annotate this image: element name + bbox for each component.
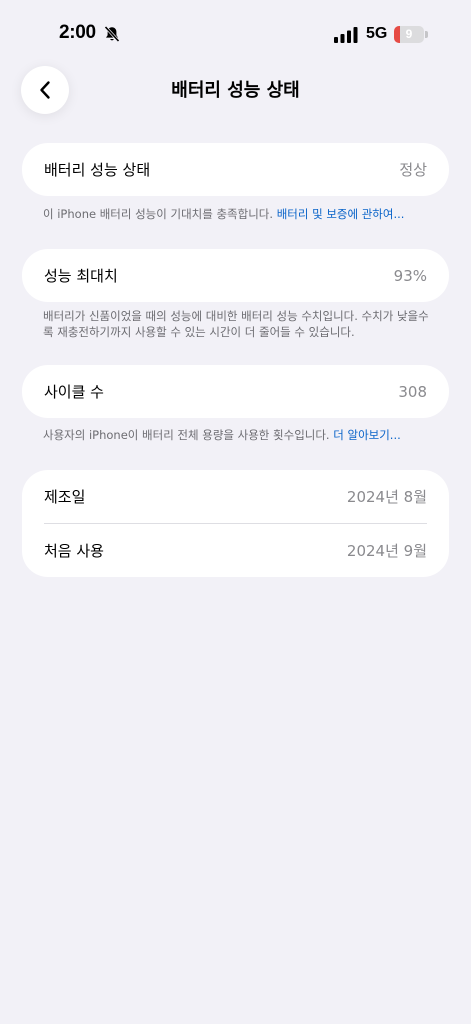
status-bar: 2:00 5G 9 (0, 0, 471, 60)
first-use-value: 2024년 9월 (346, 542, 427, 560)
max-capacity-note-text: 배터리가 신품이었을 때의 성능에 대비한 배터리 성능 수치입니다. 수치가 … (43, 309, 429, 339)
cycle-count-note-text: 사용자의 iPhone이 배터리 전체 용량을 사용한 횟수입니다. (43, 428, 334, 442)
cycle-count-note: 사용자의 iPhone이 배터리 전체 용량을 사용한 횟수입니다. 더 알아보… (43, 427, 433, 443)
battery-icon: 9 (394, 26, 428, 43)
battery-warranty-link[interactable]: 배터리 및 보증에 관하여... (277, 207, 405, 221)
max-capacity-note: 배터리가 신품이었을 때의 성능에 대비한 배터리 성능 수치입니다. 수치가 … (43, 308, 433, 340)
max-capacity-card: 성능 최대치 93% (22, 249, 449, 302)
cycle-count-label: 사이클 수 (44, 383, 104, 401)
battery-health-label: 배터리 성능 상태 (44, 161, 151, 179)
battery-health-note: 이 iPhone 배터리 성능이 기대치를 충족합니다. 배터리 및 보증에 관… (43, 206, 433, 222)
max-capacity-row: 성능 최대치 93% (22, 249, 449, 302)
network-type: 5G (366, 25, 388, 42)
battery-health-note-text: 이 iPhone 배터리 성능이 기대치를 충족합니다. (43, 207, 277, 221)
battery-level: 9 (405, 27, 413, 41)
battery-health-row: 배터리 성능 상태 정상 (22, 143, 449, 196)
max-capacity-value: 93% (393, 266, 427, 285)
cycle-count-value: 308 (398, 382, 427, 401)
first-use-row: 처음 사용 2024년 9월 (22, 524, 449, 577)
manufacture-date-label: 제조일 (44, 488, 86, 506)
battery-health-value: 정상 (399, 161, 427, 179)
cellular-signal-icon (334, 27, 358, 43)
max-capacity-label: 성능 최대치 (44, 267, 118, 285)
first-use-label: 처음 사용 (44, 542, 104, 560)
battery-health-card: 배터리 성능 상태 정상 (22, 143, 449, 196)
learn-more-link[interactable]: 더 알아보기... (333, 428, 401, 442)
cycle-count-card: 사이클 수 308 (22, 365, 449, 418)
dates-card: 제조일 2024년 8월 처음 사용 2024년 9월 (22, 470, 449, 577)
bell-slash-icon (104, 25, 120, 43)
manufacture-date-row: 제조일 2024년 8월 (22, 470, 449, 523)
status-time: 2:00 (59, 22, 96, 43)
page-title: 배터리 성능 상태 (171, 80, 300, 101)
cycle-count-row: 사이클 수 308 (22, 365, 449, 418)
manufacture-date-value: 2024년 8월 (346, 488, 427, 506)
